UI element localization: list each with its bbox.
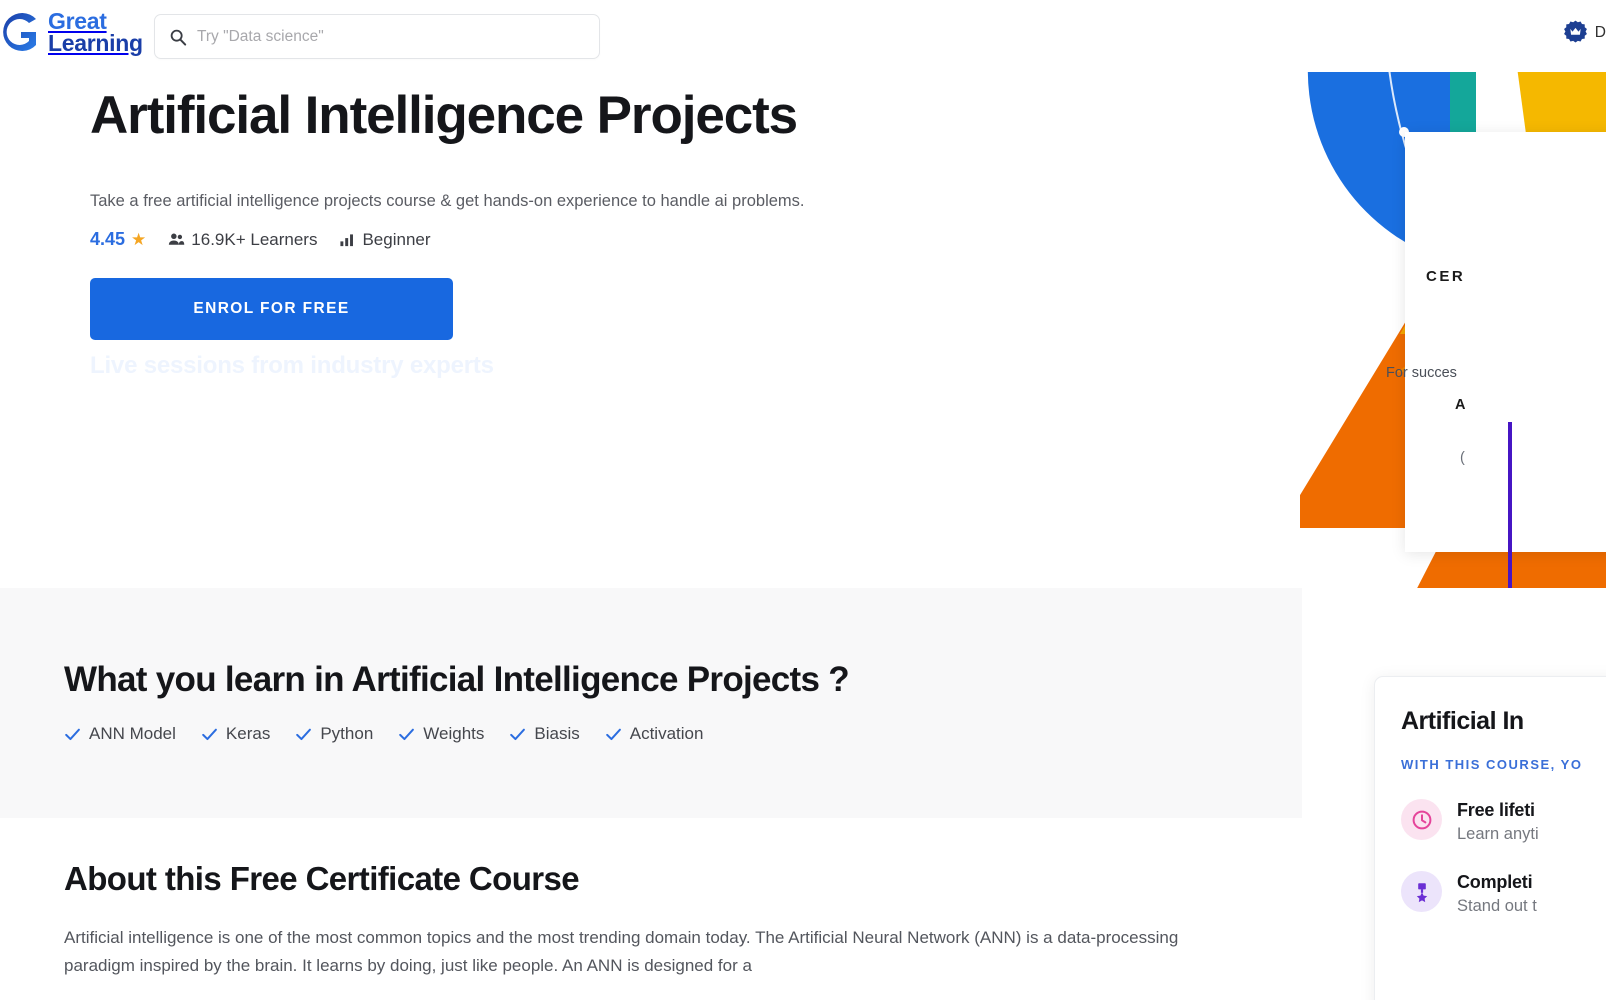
search-input[interactable] <box>197 27 585 46</box>
about-body-text: Artificial intelligence is one of the mo… <box>64 928 1179 975</box>
clock-icon-wrapper <box>1401 799 1442 840</box>
page-root: Great Learning D Artificial Intelligence… <box>0 0 1606 1000</box>
list-item: Free lifeti Learn anyti <box>1401 799 1606 844</box>
certificate-line-1: For succes <box>1386 365 1457 381</box>
feature-text: Free lifeti Learn anyti <box>1457 799 1539 844</box>
list-item: Python <box>295 724 373 744</box>
side-card-title: Artificial In <box>1401 707 1524 735</box>
search-icon <box>170 29 187 46</box>
rating-value: 4.45 <box>90 229 126 250</box>
list-item-label: Biasis <box>534 724 580 743</box>
feature-title: Completi <box>1457 872 1533 892</box>
list-item-label: Keras <box>225 724 271 743</box>
list-item: Weights <box>398 724 484 744</box>
search-box[interactable] <box>154 14 600 59</box>
clock-icon <box>1412 810 1431 829</box>
feature-title: Free lifeti <box>1457 800 1535 820</box>
list-item-label: Python <box>320 724 374 743</box>
list-item: Completi Stand out t <box>1401 871 1606 916</box>
certificate-heading: CER <box>1426 268 1466 285</box>
feature-subtitle: Stand out t <box>1457 897 1537 915</box>
check-icon <box>202 728 217 740</box>
rating-stat: 4.45 ★ <box>90 229 146 250</box>
certificate-inner-frame <box>1508 422 1606 588</box>
learners-count: 16.9K+ Learners <box>191 229 318 249</box>
certificate-line-3: ( <box>1460 450 1465 466</box>
what-you-learn-list: ANN Model Keras Python Weights Biasis Ac… <box>64 724 703 744</box>
check-icon <box>605 728 621 740</box>
list-item-label: ANN Model <box>89 724 176 743</box>
header-right-group[interactable]: D <box>1563 20 1606 45</box>
check-icon <box>296 728 312 740</box>
list-item-label: Activation <box>629 724 704 743</box>
list-item: ANN Model <box>64 724 176 744</box>
site-header: Great Learning D <box>0 0 1606 72</box>
feature-text: Completi Stand out t <box>1457 871 1537 916</box>
check-icon <box>510 728 526 740</box>
great-learning-g-icon <box>3 12 37 51</box>
bar-level-icon <box>340 234 354 247</box>
live-sessions-ghost-text: Live sessions from industry experts <box>90 352 494 380</box>
certificate-card <box>1405 132 1606 588</box>
list-item-label: Weights <box>423 724 485 743</box>
check-icon <box>399 728 415 740</box>
brand-line-1: Great <box>48 7 107 34</box>
level-label: Beginner <box>362 229 431 249</box>
list-item: Activation <box>605 724 704 744</box>
medal-icon <box>1416 882 1427 902</box>
side-card-kicker: WITH THIS COURSE, YO <box>1401 757 1583 772</box>
list-item: Keras <box>201 724 270 744</box>
brand-line-2: Learning <box>48 30 143 56</box>
about-title: About this Free Certificate Course <box>64 860 580 897</box>
course-summary-card: Artificial In WITH THIS COURSE, YO Free … <box>1374 676 1606 1000</box>
list-item: Biasis <box>509 724 580 744</box>
hero-content: Artificial Intelligence Projects Take a … <box>90 86 1240 380</box>
hero-section: Artificial Intelligence Projects Take a … <box>0 72 1606 588</box>
check-icon <box>65 728 80 740</box>
brand-wordmark: Great Learning <box>48 7 143 56</box>
brand-logo[interactable]: Great Learning <box>0 8 143 56</box>
crown-badge-icon <box>1563 20 1587 43</box>
enrol-for-free-button[interactable]: ENROL FOR FREE <box>90 278 453 341</box>
what-you-learn-section: What you learn in Artificial Intelligenc… <box>0 588 1302 818</box>
page-title: Artificial Intelligence Projects <box>90 86 798 145</box>
feature-subtitle: Learn anyti <box>1457 825 1539 843</box>
people-icon <box>169 233 185 245</box>
certificate-line-2: A <box>1455 397 1466 413</box>
learners-stat: 16.9K+ Learners <box>168 230 317 250</box>
certificate-artwork: CER For succes A ( <box>1300 72 1606 588</box>
header-badge-label: D <box>1594 23 1606 41</box>
star-icon: ★ <box>131 230 147 250</box>
about-section: About this Free Certificate Course Artif… <box>0 818 1302 1000</box>
hero-subtitle: Take a free artificial intelligence proj… <box>90 192 805 211</box>
level-stat: Beginner <box>339 229 431 250</box>
hero-stats: 4.45 ★ 16.9K+ Learners Beginner <box>90 229 1240 250</box>
medal-icon-wrapper <box>1401 871 1442 912</box>
what-you-learn-title: What you learn in Artificial Intelligenc… <box>64 660 850 699</box>
